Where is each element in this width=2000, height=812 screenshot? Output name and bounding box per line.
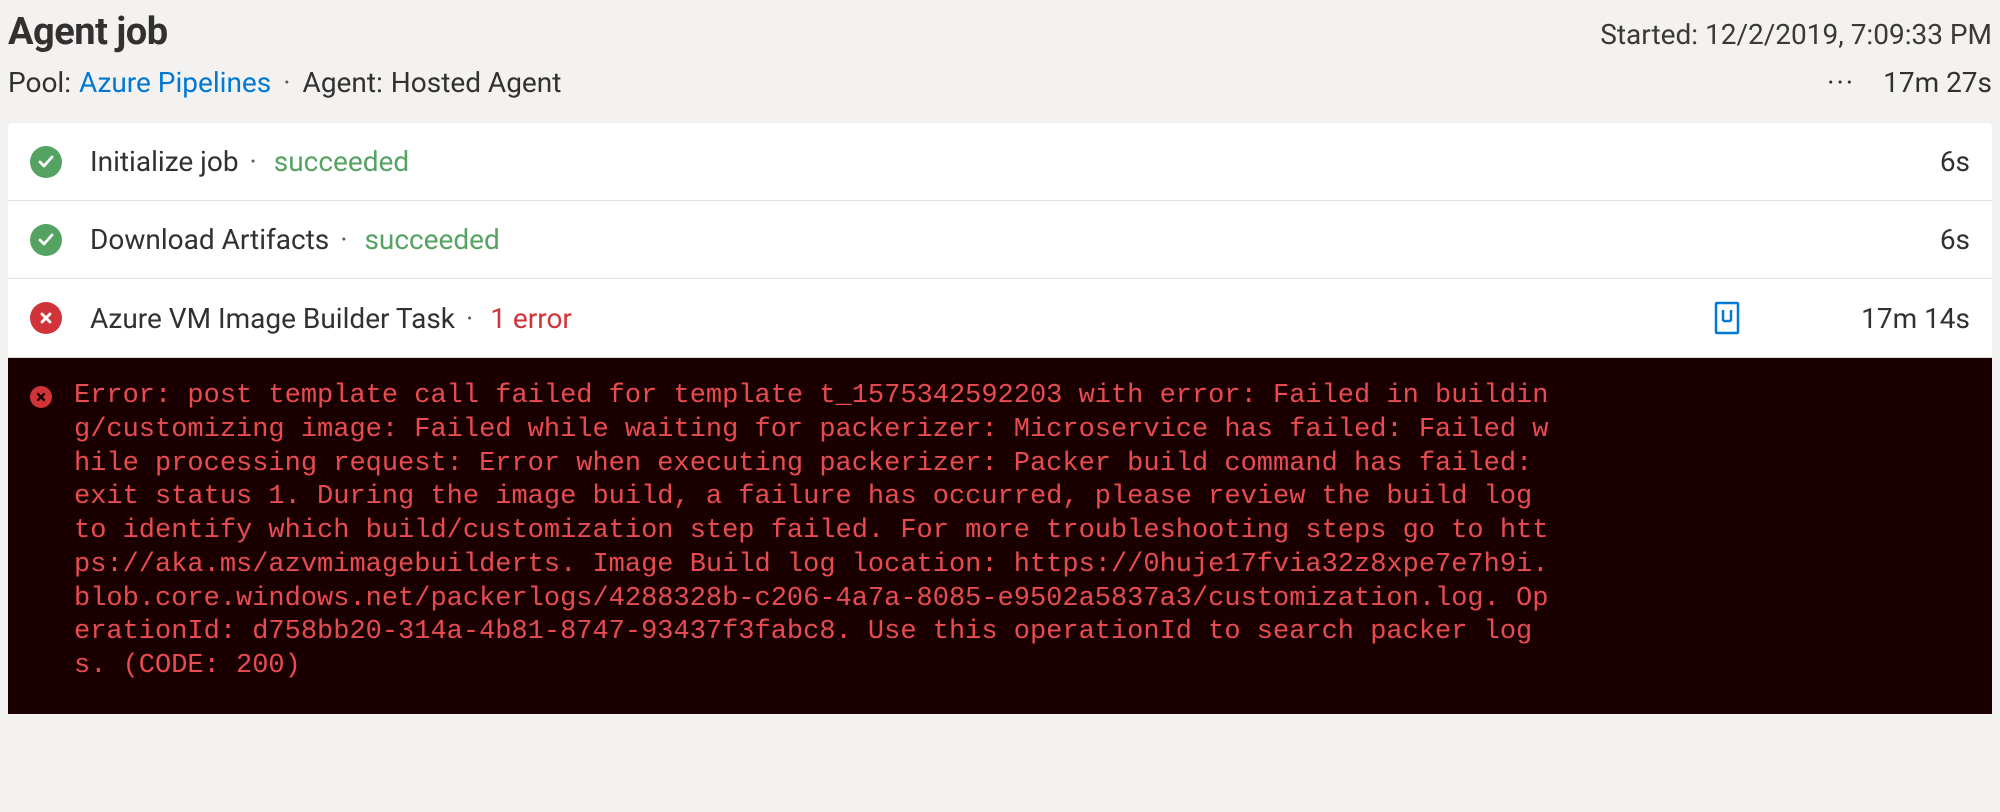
error-icon (30, 302, 62, 334)
started-timestamp: Started: 12/2/2019, 7:09:33 PM (1600, 18, 1992, 51)
step-duration: 6s (1940, 223, 1970, 256)
separator-dot: · (246, 145, 261, 178)
pool-label: Pool: (8, 66, 71, 99)
header-bottom: Pool: Azure Pipelines · Agent: Hosted Ag… (8, 66, 1992, 99)
step-row[interactable]: Download Artifacts · succeeded 6s (8, 201, 1992, 279)
started-value: 12/2/2019, 7:09:33 PM (1705, 18, 1992, 51)
step-label: Download Artifacts · succeeded (90, 223, 500, 256)
pool-line: Pool: Azure Pipelines · Agent: Hosted Ag… (8, 66, 561, 99)
step-name: Azure VM Image Builder Task (90, 302, 455, 335)
error-icon (30, 386, 52, 408)
step-label: Initialize job · succeeded (90, 145, 409, 178)
page-title: Agent job (8, 10, 168, 54)
step-status: 1 error (490, 302, 572, 335)
total-duration: 17m 27s (1883, 66, 1992, 99)
error-message-text: Error: post template call failed for tem… (74, 380, 1554, 684)
step-right: 6s (1940, 223, 1970, 256)
steps-list: Initialize job · succeeded 6s Download A… (0, 123, 2000, 358)
success-icon (30, 224, 62, 256)
step-status: succeeded (274, 145, 409, 178)
pool-link[interactable]: Azure Pipelines (79, 66, 271, 99)
separator-dot: · (279, 66, 294, 99)
step-duration: 17m 14s (1861, 302, 1970, 335)
agent-value: Hosted Agent (391, 66, 562, 99)
step-name: Download Artifacts (90, 223, 329, 256)
duration-wrap: ··· 17m 27s (1827, 66, 1992, 99)
step-status: succeeded (364, 223, 499, 256)
step-duration: 6s (1940, 145, 1970, 178)
error-log-panel: Error: post template call failed for tem… (8, 358, 1992, 714)
success-icon (30, 146, 62, 178)
started-label: Started: (1600, 18, 1698, 51)
step-right: 17m 14s (1713, 301, 1970, 335)
separator-dot: · (462, 302, 477, 335)
step-row[interactable]: Azure VM Image Builder Task · 1 error 17… (8, 279, 1992, 358)
more-actions-button[interactable]: ··· (1827, 66, 1855, 99)
log-file-icon[interactable] (1713, 301, 1741, 335)
step-label: Azure VM Image Builder Task · 1 error (90, 302, 572, 335)
header-top: Agent job Started: 12/2/2019, 7:09:33 PM (8, 10, 1992, 54)
agent-label: Agent: (303, 66, 383, 99)
separator-dot: · (336, 223, 351, 256)
step-name: Initialize job (90, 145, 239, 178)
step-row[interactable]: Initialize job · succeeded 6s (8, 123, 1992, 201)
step-right: 6s (1940, 145, 1970, 178)
job-header: Agent job Started: 12/2/2019, 7:09:33 PM… (0, 0, 2000, 123)
